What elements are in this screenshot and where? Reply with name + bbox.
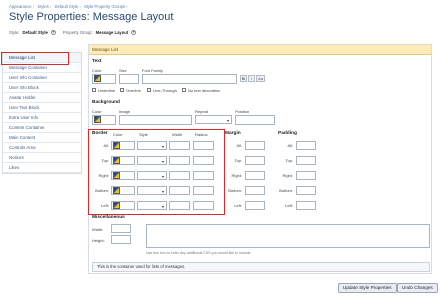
underline-checkbox[interactable]: [92, 88, 96, 92]
overline-label: Overline: [126, 87, 141, 93]
bg-image-label: Image: [119, 109, 131, 114]
bg-color-label: Color: [92, 109, 102, 114]
border-highlight: [88, 129, 225, 215]
breadcrumb: Appearance › Styles › Default Style › St…: [9, 4, 130, 9]
bg-position-label: Position: [235, 109, 250, 114]
sidebar-item-user-text-block[interactable]: User Text Block: [3, 103, 81, 113]
sidebar-item-controls-area[interactable]: Controls Area: [3, 143, 81, 153]
margin-row-label: Right:: [231, 173, 242, 178]
margin-input[interactable]: [245, 201, 265, 210]
style-label: Style:: [9, 30, 20, 35]
italic-button[interactable]: I: [248, 75, 255, 82]
bold-button[interactable]: B: [240, 75, 247, 82]
color-picker-icon[interactable]: [94, 116, 101, 123]
bg-position-input[interactable]: [235, 115, 275, 125]
padding-row-label: Bottom:: [279, 188, 293, 193]
padding-input[interactable]: [296, 156, 316, 165]
chevron-down-icon[interactable]: ▾: [131, 30, 137, 35]
padding-row-label: Left:: [285, 203, 293, 208]
text-transform-button[interactable]: Aa: [256, 75, 265, 82]
misc-width-label: Width:: [92, 227, 104, 232]
sidebar-item-extra-user-info[interactable]: Extra User Info: [3, 113, 81, 123]
underline-label: Underline: [98, 87, 116, 93]
no-decoration-checkbox[interactable]: [182, 88, 186, 92]
sidebar-item-likes[interactable]: Likes: [3, 163, 81, 173]
sidebar: Message List Message Container User Info…: [2, 52, 82, 174]
panel-header: Message List: [89, 45, 431, 55]
padding-section-title: Padding: [278, 131, 297, 136]
padding-row-label: Right:: [282, 173, 293, 178]
text-size-label: Size: [119, 68, 127, 73]
margin-input[interactable]: [245, 171, 265, 180]
breadcrumb-default-style[interactable]: Default Style ›: [54, 4, 80, 9]
line-through-label: Line-Through: [153, 87, 177, 93]
property-group-label: Property Group:: [62, 30, 93, 35]
margin-row-label: Bottom:: [228, 188, 242, 193]
style-selector-bar: Style: Default Style ▾ Property Group: M…: [9, 30, 137, 35]
padding-input[interactable]: [296, 186, 316, 195]
text-section-title: Text: [92, 59, 102, 64]
misc-height-input[interactable]: [111, 235, 131, 244]
no-decoration-label: No text decoration: [188, 87, 221, 93]
sidebar-item-content-container[interactable]: Content Container: [3, 123, 81, 133]
extra-css-note: Use this box to enter any additional CSS…: [146, 251, 252, 255]
bg-repeat-label: Repeat: [195, 109, 208, 114]
sidebar-item-user-info-container[interactable]: User Info Container: [3, 73, 81, 83]
update-style-properties-button[interactable]: Update Style Properties: [338, 283, 397, 293]
bg-repeat-select[interactable]: ▾: [195, 115, 232, 124]
sidebar-highlight: [1, 52, 69, 65]
margin-row-label: Left:: [234, 203, 242, 208]
background-section-title: Background: [92, 100, 120, 105]
property-group-value[interactable]: Message Layout: [96, 30, 129, 35]
style-value[interactable]: Default Style: [22, 30, 47, 35]
margin-section-title: Margin: [225, 131, 241, 136]
sidebar-item-avatar-holder[interactable]: Avatar Holder: [3, 93, 81, 103]
padding-input[interactable]: [296, 201, 316, 210]
breadcrumb-appearance[interactable]: Appearance ›: [9, 4, 34, 9]
description-bar: This is the container used for lists of …: [92, 262, 430, 272]
chevron-down-icon[interactable]: ▾: [50, 30, 56, 35]
chevron-down-icon: ▾: [226, 118, 229, 123]
margin-input[interactable]: [245, 186, 265, 195]
padding-input[interactable]: [296, 171, 316, 180]
text-color-label: Color: [92, 68, 102, 73]
sidebar-item-main-content[interactable]: Main Content: [3, 133, 81, 143]
margin-input[interactable]: [245, 141, 265, 150]
page-title: Style Properties: Message Layout: [9, 11, 174, 23]
padding-row-label: Top:: [285, 158, 293, 163]
margin-row-label: Top:: [234, 158, 242, 163]
bg-image-input[interactable]: [119, 115, 192, 125]
extra-css-textarea[interactable]: [146, 224, 430, 248]
properties-panel: Message List Text Color Size Font Family…: [88, 44, 432, 274]
misc-section-title: Miscellaneous: [92, 215, 125, 220]
line-through-checkbox[interactable]: [147, 88, 151, 92]
breadcrumb-styles[interactable]: Styles ›: [37, 4, 51, 9]
sidebar-item-notices[interactable]: Notices: [3, 153, 81, 163]
font-family-label: Font Family: [142, 68, 163, 73]
text-size-input[interactable]: [119, 74, 139, 84]
breadcrumb-property-groups[interactable]: Style Property Groups ›: [84, 4, 128, 9]
misc-width-input[interactable]: [111, 224, 131, 233]
padding-input[interactable]: [296, 141, 316, 150]
sidebar-item-user-info-block[interactable]: User Info Block: [3, 83, 81, 93]
margin-input[interactable]: [245, 156, 265, 165]
overline-checkbox[interactable]: [120, 88, 124, 92]
color-picker-icon[interactable]: [94, 75, 101, 82]
misc-height-label: Height:: [92, 238, 105, 243]
undo-changes-button[interactable]: Undo Changes: [397, 283, 438, 293]
font-family-input[interactable]: [142, 74, 237, 84]
padding-row-label: All:: [287, 143, 293, 148]
margin-row-label: All:: [236, 143, 242, 148]
